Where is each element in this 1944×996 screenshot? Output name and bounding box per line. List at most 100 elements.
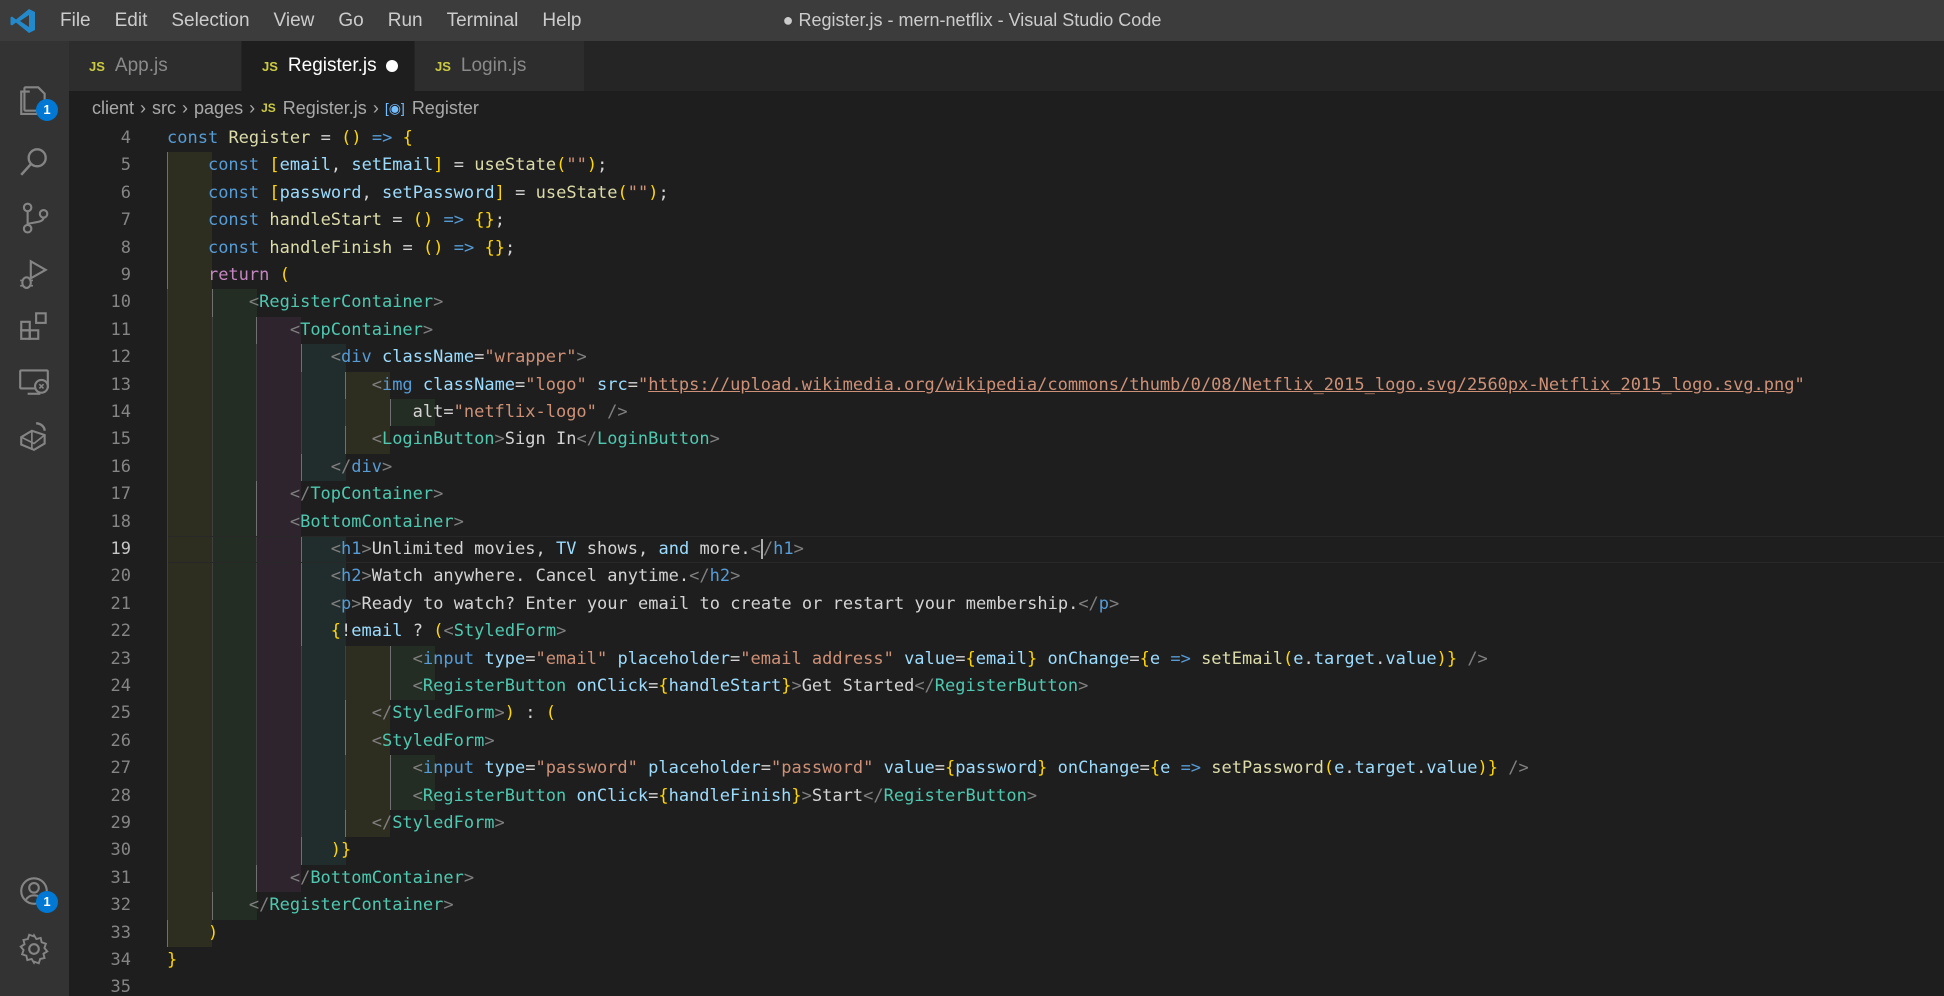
line-code: <RegisterButton onClick={handleStart}>Ge…	[412, 676, 1089, 696]
vscode-logo-icon[interactable]	[8, 6, 38, 36]
code-line[interactable]: 20 <h2>Watch anywhere. Cancel anytime.</…	[69, 563, 1944, 591]
tab-login-js[interactable]: JS Login.js	[415, 41, 585, 91]
code-line[interactable]: 13 <img className="logo" src="https://up…	[69, 371, 1944, 399]
code-line[interactable]: 35	[69, 974, 1944, 996]
menu-run[interactable]: Run	[376, 0, 435, 41]
code-line[interactable]: 16 </div>	[69, 453, 1944, 482]
menu-edit[interactable]: Edit	[103, 0, 160, 41]
line-number: 17	[110, 484, 131, 505]
breadcrumb-file[interactable]: Register.js	[283, 98, 367, 119]
line-number: 14	[110, 402, 131, 422]
accounts-icon[interactable]: 1	[14, 871, 58, 913]
line-code: return (	[207, 265, 290, 285]
line-number: 15	[110, 429, 131, 450]
line-code: <BottomContainer>	[289, 511, 464, 532]
breadcrumb-folder-client[interactable]: client	[92, 98, 134, 119]
code-editor[interactable]: 4 const Register = () => { 5 const [email,…	[69, 125, 1944, 996]
menu-go[interactable]: Go	[326, 0, 375, 41]
chevron-right-icon: ›	[140, 97, 147, 118]
code-line[interactable]: 19 <h1>Unlimited movies, TV shows, and m…	[69, 536, 1944, 564]
code-line[interactable]: 11 <TopContainer>	[69, 316, 1944, 345]
code-line[interactable]: 34}	[69, 947, 1944, 974]
line-number: 5	[120, 155, 131, 176]
code-line[interactable]: 23 <input type="email" placeholder="emai…	[69, 645, 1944, 673]
line-number: 18	[110, 511, 131, 532]
breadcrumb-folder-src[interactable]: src	[152, 98, 176, 119]
breadcrumb: client › src › pages › JS Register.js › [◉] Regist…	[69, 91, 1944, 125]
chevron-right-icon: ›	[182, 97, 189, 118]
code-line[interactable]: 12 <div className="wrapper">	[69, 344, 1944, 372]
extensions-icon-glyph	[20, 312, 47, 340]
search-icon[interactable]	[14, 141, 54, 181]
line-code: <p>Ready to watch? Enter your email to c…	[330, 593, 1120, 614]
code-line[interactable]: 10 <RegisterContainer>	[69, 289, 1944, 317]
code-line[interactable]: 21 <p>Ready to watch? Enter your email t…	[69, 590, 1944, 619]
code-line[interactable]: 8 const handleFinish = () => {};	[69, 234, 1944, 262]
code-line[interactable]: 33 )	[69, 919, 1944, 947]
line-code: </RegisterContainer>	[248, 895, 454, 916]
menu-file[interactable]: File	[48, 0, 103, 41]
tab-app-js[interactable]: JS App.js	[69, 41, 242, 91]
code-line[interactable]: 29 </StyledForm>	[69, 810, 1944, 838]
explorer-icon[interactable]: 1	[14, 79, 58, 121]
line-number: 29	[110, 813, 131, 833]
settings-gear-icon[interactable]	[14, 929, 54, 969]
code-line[interactable]: 15 <LoginButton>Sign In</LoginButton>	[69, 426, 1944, 454]
remote-explorer-icon[interactable]	[14, 361, 54, 401]
line-number: 24	[110, 676, 131, 696]
code-line[interactable]: 25 </StyledForm>) : (	[69, 700, 1944, 728]
code-line[interactable]: 14 alt="netflix-logo" />	[69, 399, 1944, 427]
code-line[interactable]: 31 </BottomContainer>	[69, 864, 1944, 893]
line-code: <RegisterContainer>	[248, 292, 444, 313]
menu-selection[interactable]: Selection	[159, 0, 261, 41]
line-code: <input type="password" placeholder="pass…	[412, 758, 1529, 779]
line-code: {!email ? (<StyledForm>	[330, 621, 567, 642]
line-number: 10	[110, 292, 131, 313]
line-number: 6	[120, 182, 131, 203]
docker-icon-glyph	[20, 422, 46, 452]
code-line[interactable]: 5 const [email, setEmail] = useState("")…	[69, 152, 1944, 180]
line-number: 27	[110, 758, 131, 779]
code-line[interactable]: 18 <BottomContainer>	[69, 508, 1944, 536]
code-line[interactable]: 7 const handleStart = () => {};	[69, 207, 1944, 235]
code-line[interactable]: 22 {!email ? (<StyledForm>	[69, 618, 1944, 646]
line-code: }	[167, 950, 178, 970]
remote-explorer-icon-glyph	[19, 369, 49, 395]
line-number: 7	[120, 210, 131, 231]
line-code: </BottomContainer>	[289, 867, 475, 888]
tab-register-js[interactable]: JS Register.js	[242, 41, 415, 91]
line-code: </TopContainer>	[289, 484, 444, 505]
code-line[interactable]: 30 )}	[69, 837, 1944, 865]
unsaved-dot-icon[interactable]	[386, 60, 398, 72]
line-number: 4	[120, 128, 131, 148]
line-code: )	[207, 922, 219, 943]
code-line[interactable]: 27 <input type="password" placeholder="p…	[69, 755, 1944, 783]
line-code: <input type="email" placeholder="email a…	[412, 648, 1488, 669]
code-line[interactable]: 24 <RegisterButton onClick={handleStart}…	[69, 673, 1944, 701]
extensions-icon[interactable]	[14, 305, 54, 345]
line-number: 25	[110, 703, 131, 724]
line-code: const [email, setEmail] = useState("");	[207, 155, 608, 176]
line-code: </StyledForm>) : (	[371, 703, 557, 724]
menu-help[interactable]: Help	[530, 0, 593, 41]
line-code: <img className="logo" src="https://uploa…	[371, 374, 1805, 395]
menu-view[interactable]: View	[262, 0, 327, 41]
run-debug-icon[interactable]	[14, 253, 54, 293]
code-line[interactable]: 26 <StyledForm>	[69, 727, 1944, 756]
breadcrumb-symbol[interactable]: Register	[412, 98, 479, 119]
code-line[interactable]: 28 <RegisterButton onClick={handleFinish…	[69, 782, 1944, 810]
menu-terminal[interactable]: Terminal	[435, 0, 531, 41]
code-line[interactable]: 32 </RegisterContainer>	[69, 892, 1944, 920]
js-file-icon: JS	[435, 58, 451, 74]
code-line[interactable]: 9 return (	[69, 262, 1944, 290]
line-code: const Register = () => {	[167, 128, 413, 148]
source-control-icon[interactable]	[14, 197, 54, 237]
docker-icon[interactable]	[14, 415, 54, 455]
code-line[interactable]: 4 const Register = () => {	[69, 125, 1944, 152]
code-line[interactable]: 17 </TopContainer>	[69, 481, 1944, 509]
chevron-right-icon: ›	[372, 97, 379, 118]
notification-badge: 1	[36, 891, 58, 913]
breadcrumb-folder-pages[interactable]: pages	[194, 98, 243, 119]
title-bar: File Edit Selection View Go Run Terminal Help ●…	[0, 0, 1944, 41]
code-line[interactable]: 6 const [password, setPassword] = useSta…	[69, 179, 1944, 208]
